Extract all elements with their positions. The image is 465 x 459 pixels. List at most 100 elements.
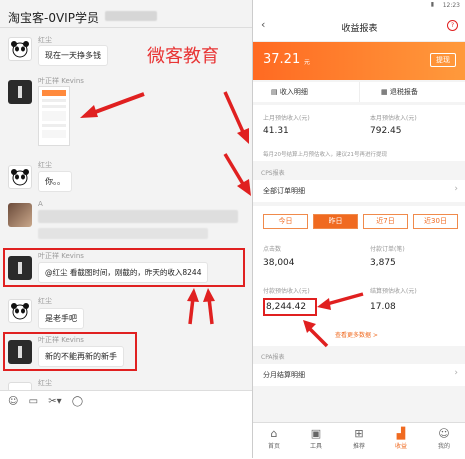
chat-title: 淘宝客-0VIP学员 — [8, 9, 99, 26]
red-arrows-annotation — [187, 288, 215, 325]
nav-earnings[interactable]: ▟ 收益 — [380, 427, 422, 450]
red-arrow-annotation — [80, 92, 145, 118]
nav-home-label: 首页 — [267, 443, 280, 450]
chat-toolbar: ☺ ▭ ✂▾ ◯ — [8, 396, 90, 407]
more-data-link[interactable]: 查看更多数据 > — [335, 330, 378, 339]
balance-unit: 元 — [304, 59, 311, 66]
quick-actions: ▤ 收入明细 ▦ 退税报备 — [253, 82, 465, 102]
refund-report-button[interactable]: ▦ 退税报备 — [381, 87, 418, 97]
avatar[interactable] — [8, 203, 32, 227]
avatar[interactable] — [8, 165, 32, 189]
balance-value: 37.21 — [263, 52, 301, 67]
blurred-message — [38, 228, 208, 239]
divider — [359, 82, 360, 102]
all-orders-label: 全部订单明细 — [263, 187, 305, 195]
refund-report-label: 退税报备 — [389, 88, 418, 96]
report-icon: ▦ — [381, 88, 390, 96]
cpa-section-header: CPA报表 — [261, 354, 285, 361]
message-bubble[interactable]: 你。。 — [38, 171, 72, 192]
document-icon: ▤ — [271, 88, 280, 96]
scissors-icon[interactable]: ✂▾ — [48, 396, 61, 407]
grid-icon: ⊞ — [354, 427, 364, 440]
paid-orders-value: 3,875 — [370, 258, 396, 268]
message-bubble[interactable]: @红尘 看截图时间，刚截的，昨天的收入8244 — [38, 262, 209, 283]
screenshot-thumbnail[interactable] — [38, 86, 70, 146]
chat-group-name: 淘宝客-0VIP学员 — [8, 11, 99, 25]
chevron-right-icon: › — [454, 368, 458, 378]
avatar[interactable] — [8, 80, 32, 104]
clicks-value: 38,004 — [263, 258, 295, 268]
chat-panel: 淘宝客-0VIP学员 红尘 现在一天挣多钱 叶正祥 Kevins 红尘 你。。 … — [0, 0, 252, 459]
settle-income-value: 17.08 — [370, 302, 396, 312]
status-bar: 12:23 ▮ — [253, 0, 465, 12]
user-icon: ☺ — [438, 427, 450, 440]
nav-recommend[interactable]: ⊞ 推荐 — [338, 427, 380, 450]
sender-name: 红尘 — [38, 36, 52, 44]
message-bubble[interactable]: 新的不能再新的新手 — [38, 346, 124, 367]
last-month-value: 41.31 — [263, 126, 289, 136]
blurred-title-part — [105, 11, 157, 21]
income-detail-button[interactable]: ▤ 收入明细 — [271, 87, 308, 97]
divider — [0, 27, 252, 28]
income-detail-label: 收入明细 — [279, 88, 308, 96]
toolbox-icon: ▣ — [310, 427, 322, 440]
paid-orders-label: 付款订单(笔) — [370, 246, 405, 253]
est-income-value: 8,244.42 — [266, 302, 307, 312]
nav-profile-label: 我的 — [437, 443, 450, 450]
sender-name: 叶正祥 Kevins — [38, 77, 84, 85]
status-time: 12:23 — [442, 2, 460, 9]
avatar[interactable] — [8, 299, 32, 323]
bottom-nav: ⌂ 首页 ▣ 工具 ⊞ 推荐 ▟ 收益 ☺ 我的 — [253, 422, 465, 458]
balance-banner: 37.21 元 提现 — [253, 42, 465, 80]
cps-section-header: CPS报表 — [261, 170, 285, 177]
sender-name: 红尘 — [38, 379, 52, 387]
message-bubble[interactable]: 现在一天挣多钱 — [38, 45, 108, 66]
avatar[interactable] — [8, 256, 32, 280]
settle-income-label: 结算预估收入(元) — [370, 288, 417, 295]
earnings-app: 12:23 ▮ ‹ 收益报表 ? 37.21 元 提现 ▤ 收入明细 ▦ 退税报… — [223, 0, 465, 458]
clicks-label: 点击数 — [263, 246, 282, 253]
nav-home[interactable]: ⌂ 首页 — [253, 427, 295, 450]
monthly-settle-row[interactable]: 分月结算明细 › — [253, 364, 465, 386]
emoji-icon[interactable]: ☺ — [8, 396, 18, 407]
sender-name: 叶正祥 Kevins — [38, 252, 84, 260]
folder-icon[interactable]: ▭ — [29, 396, 38, 407]
nav-profile[interactable]: ☺ 我的 — [423, 427, 465, 450]
monthly-settle-label: 分月结算明细 — [263, 371, 305, 379]
last-month-label: 上月预估收入(元) — [263, 115, 310, 122]
tab-7-days[interactable]: 近7日 — [363, 214, 408, 229]
sender-name: 叶正祥 Kevins — [38, 336, 84, 344]
nav-tools-label: 工具 — [309, 443, 322, 450]
red-arrows-annotation — [223, 91, 251, 196]
chart-icon: ▟ — [396, 427, 406, 440]
this-month-value: 792.45 — [370, 126, 402, 136]
red-arrow-annotation — [317, 292, 364, 310]
nav-bar: ‹ 收益报表 ? — [253, 12, 465, 42]
tab-30-days[interactable]: 近30日 — [413, 214, 458, 229]
message-bubble[interactable]: 是老手吧 — [38, 308, 84, 329]
page-title: 收益报表 — [341, 24, 378, 34]
nav-earnings-label: 收益 — [394, 443, 407, 450]
tab-yesterday[interactable]: 昨日 — [313, 214, 358, 229]
this-month-label: 本月预估收入(元) — [370, 115, 417, 122]
nav-recommend-label: 推荐 — [352, 443, 365, 450]
nav-tools[interactable]: ▣ 工具 — [295, 427, 337, 450]
settlement-notice: 每月20号结算上月预估收入，建议21号再进行提现 — [263, 152, 387, 158]
tab-today[interactable]: 今日 — [263, 214, 308, 229]
chevron-right-icon: › — [454, 184, 458, 194]
sender-name: 红尘 — [38, 297, 52, 305]
chat-bubble-icon[interactable]: ◯ — [72, 396, 83, 407]
home-icon: ⌂ — [270, 427, 278, 440]
avatar[interactable] — [8, 37, 32, 61]
avatar[interactable] — [8, 340, 32, 364]
monthly-summary: 上月预估收入(元) 41.31 本月预估收入(元) 792.45 每月20号结算… — [253, 105, 465, 161]
blurred-message — [38, 210, 238, 223]
battery-icon: ▮ — [430, 1, 434, 8]
all-orders-row[interactable]: 全部订单明细 › — [253, 180, 465, 202]
watermark: 微客教育 — [147, 46, 219, 67]
est-income-label: 付款预估收入(元) — [263, 288, 310, 295]
withdraw-button[interactable]: 提现 — [430, 53, 456, 67]
sender-name: A — [38, 200, 43, 208]
help-icon[interactable]: ? — [447, 20, 458, 31]
red-arrow-annotation — [303, 320, 329, 348]
